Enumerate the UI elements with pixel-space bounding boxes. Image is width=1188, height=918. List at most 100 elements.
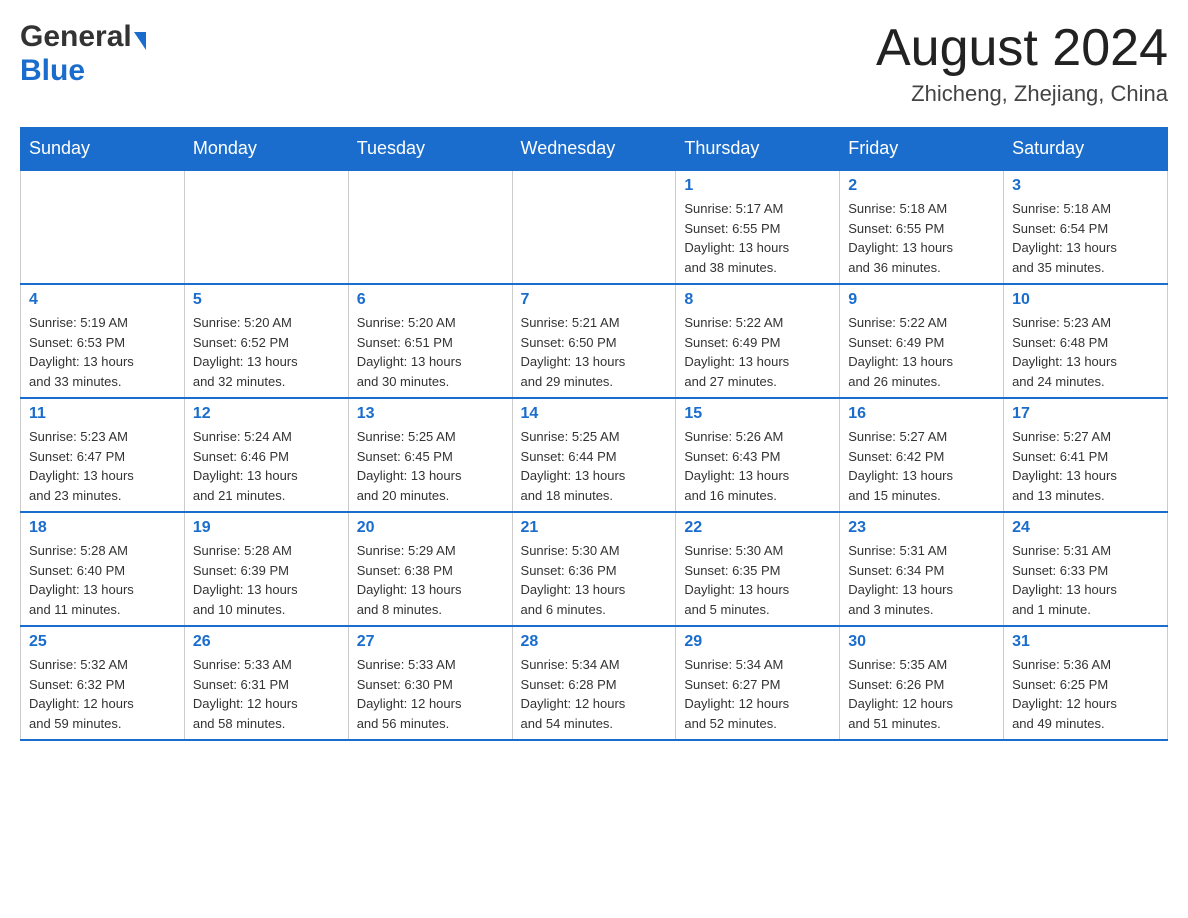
weekday-header-wednesday: Wednesday xyxy=(512,128,676,171)
day-number-1: 1 xyxy=(684,177,831,195)
day-number-25: 25 xyxy=(29,633,176,651)
day-cell-26: 26 Sunrise: 5:33 AM Sunset: 6:31 PM Dayli… xyxy=(184,626,348,740)
empty-cell xyxy=(512,170,676,284)
day-number-15: 15 xyxy=(684,405,831,423)
day-info-14: Sunrise: 5:25 AM Sunset: 6:44 PM Dayligh… xyxy=(521,427,668,505)
day-number-30: 30 xyxy=(848,633,995,651)
day-info-5: Sunrise: 5:20 AM Sunset: 6:52 PM Dayligh… xyxy=(193,313,340,391)
logo: General Blue xyxy=(20,20,146,88)
day-cell-24: 24 Sunrise: 5:31 AM Sunset: 6:33 PM Dayli… xyxy=(1004,512,1168,626)
day-number-14: 14 xyxy=(521,405,668,423)
day-cell-14: 14 Sunrise: 5:25 AM Sunset: 6:44 PM Dayli… xyxy=(512,398,676,512)
day-cell-6: 6Sunrise: 5:20 AM Sunset: 6:51 PM Daylig… xyxy=(348,284,512,398)
day-cell-12: 12Sunrise: 5:24 AM Sunset: 6:46 PM Dayli… xyxy=(184,398,348,512)
weekday-header-thursday: Thursday xyxy=(676,128,840,171)
day-number-26: 26 xyxy=(193,633,340,651)
day-info-7: Sunrise: 5:21 AM Sunset: 6:50 PM Dayligh… xyxy=(521,313,668,391)
day-number-4: 4 xyxy=(29,291,176,309)
logo-general-text: General xyxy=(20,20,132,54)
page-header: General Blue August 2024 Zhicheng, Zheji… xyxy=(20,20,1168,107)
week-row-3: 11 Sunrise: 5:23 AM Sunset: 6:47 PM Dayli… xyxy=(21,398,1168,512)
day-cell-15: 15 Sunrise: 5:26 AM Sunset: 6:43 PM Dayli… xyxy=(676,398,840,512)
day-number-19: 19 xyxy=(193,519,340,537)
day-info-16: Sunrise: 5:27 AM Sunset: 6:42 PM Dayligh… xyxy=(848,427,995,505)
day-number-9: 9 xyxy=(848,291,995,309)
week-row-2: 4 Sunrise: 5:19 AM Sunset: 6:53 PM Daylig… xyxy=(21,284,1168,398)
week-row-1: 1 Sunrise: 5:17 AM Sunset: 6:55 PM Daylig… xyxy=(21,170,1168,284)
day-info-4: Sunrise: 5:19 AM Sunset: 6:53 PM Dayligh… xyxy=(29,313,176,391)
empty-cell xyxy=(21,170,185,284)
day-info-15: Sunrise: 5:26 AM Sunset: 6:43 PM Dayligh… xyxy=(684,427,831,505)
day-info-11: Sunrise: 5:23 AM Sunset: 6:47 PM Dayligh… xyxy=(29,427,176,505)
day-cell-16: 16 Sunrise: 5:27 AM Sunset: 6:42 PM Dayli… xyxy=(840,398,1004,512)
week-row-4: 18Sunrise: 5:28 AM Sunset: 6:40 PM Dayli… xyxy=(21,512,1168,626)
day-number-7: 7 xyxy=(521,291,668,309)
day-cell-11: 11 Sunrise: 5:23 AM Sunset: 6:47 PM Dayli… xyxy=(21,398,185,512)
empty-cell xyxy=(348,170,512,284)
day-number-13: 13 xyxy=(357,405,504,423)
day-cell-28: 28 Sunrise: 5:34 AM Sunset: 6:28 PM Dayli… xyxy=(512,626,676,740)
day-number-21: 21 xyxy=(521,519,668,537)
day-cell-4: 4 Sunrise: 5:19 AM Sunset: 6:53 PM Daylig… xyxy=(21,284,185,398)
day-info-3: Sunrise: 5:18 AM Sunset: 6:54 PM Dayligh… xyxy=(1012,199,1159,277)
day-info-17: Sunrise: 5:27 AM Sunset: 6:41 PM Dayligh… xyxy=(1012,427,1159,505)
day-info-26: Sunrise: 5:33 AM Sunset: 6:31 PM Dayligh… xyxy=(193,655,340,733)
day-info-28: Sunrise: 5:34 AM Sunset: 6:28 PM Dayligh… xyxy=(521,655,668,733)
day-cell-29: 29Sunrise: 5:34 AM Sunset: 6:27 PM Dayli… xyxy=(676,626,840,740)
day-number-8: 8 xyxy=(684,291,831,309)
day-cell-25: 25 Sunrise: 5:32 AM Sunset: 6:32 PM Dayli… xyxy=(21,626,185,740)
day-cell-20: 20Sunrise: 5:29 AM Sunset: 6:38 PM Dayli… xyxy=(348,512,512,626)
day-number-28: 28 xyxy=(521,633,668,651)
day-number-11: 11 xyxy=(29,405,176,423)
day-number-2: 2 xyxy=(848,177,995,195)
day-info-25: Sunrise: 5:32 AM Sunset: 6:32 PM Dayligh… xyxy=(29,655,176,733)
day-cell-30: 30 Sunrise: 5:35 AM Sunset: 6:26 PM Dayli… xyxy=(840,626,1004,740)
calendar-title: August 2024 xyxy=(876,20,1168,77)
day-number-24: 24 xyxy=(1012,519,1159,537)
day-info-1: Sunrise: 5:17 AM Sunset: 6:55 PM Dayligh… xyxy=(684,199,831,277)
day-number-16: 16 xyxy=(848,405,995,423)
day-cell-31: 31 Sunrise: 5:36 AM Sunset: 6:25 PM Dayli… xyxy=(1004,626,1168,740)
day-number-31: 31 xyxy=(1012,633,1159,651)
day-cell-13: 13Sunrise: 5:25 AM Sunset: 6:45 PM Dayli… xyxy=(348,398,512,512)
weekday-header-row: SundayMondayTuesdayWednesdayThursdayFrid… xyxy=(21,128,1168,171)
day-cell-21: 21 Sunrise: 5:30 AM Sunset: 6:36 PM Dayli… xyxy=(512,512,676,626)
day-cell-22: 22Sunrise: 5:30 AM Sunset: 6:35 PM Dayli… xyxy=(676,512,840,626)
weekday-header-tuesday: Tuesday xyxy=(348,128,512,171)
day-info-27: Sunrise: 5:33 AM Sunset: 6:30 PM Dayligh… xyxy=(357,655,504,733)
day-info-10: Sunrise: 5:23 AM Sunset: 6:48 PM Dayligh… xyxy=(1012,313,1159,391)
day-cell-9: 9Sunrise: 5:22 AM Sunset: 6:49 PM Daylig… xyxy=(840,284,1004,398)
day-number-12: 12 xyxy=(193,405,340,423)
day-info-2: Sunrise: 5:18 AM Sunset: 6:55 PM Dayligh… xyxy=(848,199,995,277)
day-cell-7: 7 Sunrise: 5:21 AM Sunset: 6:50 PM Daylig… xyxy=(512,284,676,398)
day-cell-18: 18Sunrise: 5:28 AM Sunset: 6:40 PM Dayli… xyxy=(21,512,185,626)
day-cell-3: 3 Sunrise: 5:18 AM Sunset: 6:54 PM Daylig… xyxy=(1004,170,1168,284)
day-cell-8: 8Sunrise: 5:22 AM Sunset: 6:49 PM Daylig… xyxy=(676,284,840,398)
calendar-subtitle: Zhicheng, Zhejiang, China xyxy=(876,81,1168,107)
weekday-header-sunday: Sunday xyxy=(21,128,185,171)
day-cell-2: 2 Sunrise: 5:18 AM Sunset: 6:55 PM Daylig… xyxy=(840,170,1004,284)
day-cell-17: 17 Sunrise: 5:27 AM Sunset: 6:41 PM Dayli… xyxy=(1004,398,1168,512)
day-cell-10: 10Sunrise: 5:23 AM Sunset: 6:48 PM Dayli… xyxy=(1004,284,1168,398)
day-number-3: 3 xyxy=(1012,177,1159,195)
day-info-18: Sunrise: 5:28 AM Sunset: 6:40 PM Dayligh… xyxy=(29,541,176,619)
day-number-20: 20 xyxy=(357,519,504,537)
day-cell-5: 5 Sunrise: 5:20 AM Sunset: 6:52 PM Daylig… xyxy=(184,284,348,398)
day-number-5: 5 xyxy=(193,291,340,309)
day-number-6: 6 xyxy=(357,291,504,309)
day-info-24: Sunrise: 5:31 AM Sunset: 6:33 PM Dayligh… xyxy=(1012,541,1159,619)
day-info-21: Sunrise: 5:30 AM Sunset: 6:36 PM Dayligh… xyxy=(521,541,668,619)
day-cell-1: 1 Sunrise: 5:17 AM Sunset: 6:55 PM Daylig… xyxy=(676,170,840,284)
day-number-22: 22 xyxy=(684,519,831,537)
week-row-5: 25 Sunrise: 5:32 AM Sunset: 6:32 PM Dayli… xyxy=(21,626,1168,740)
day-cell-23: 23 Sunrise: 5:31 AM Sunset: 6:34 PM Dayli… xyxy=(840,512,1004,626)
day-number-23: 23 xyxy=(848,519,995,537)
day-number-17: 17 xyxy=(1012,405,1159,423)
calendar-table: SundayMondayTuesdayWednesdayThursdayFrid… xyxy=(20,127,1168,741)
day-info-30: Sunrise: 5:35 AM Sunset: 6:26 PM Dayligh… xyxy=(848,655,995,733)
day-number-29: 29 xyxy=(684,633,831,651)
day-info-19: Sunrise: 5:28 AM Sunset: 6:39 PM Dayligh… xyxy=(193,541,340,619)
day-info-31: Sunrise: 5:36 AM Sunset: 6:25 PM Dayligh… xyxy=(1012,655,1159,733)
weekday-header-friday: Friday xyxy=(840,128,1004,171)
day-info-23: Sunrise: 5:31 AM Sunset: 6:34 PM Dayligh… xyxy=(848,541,995,619)
